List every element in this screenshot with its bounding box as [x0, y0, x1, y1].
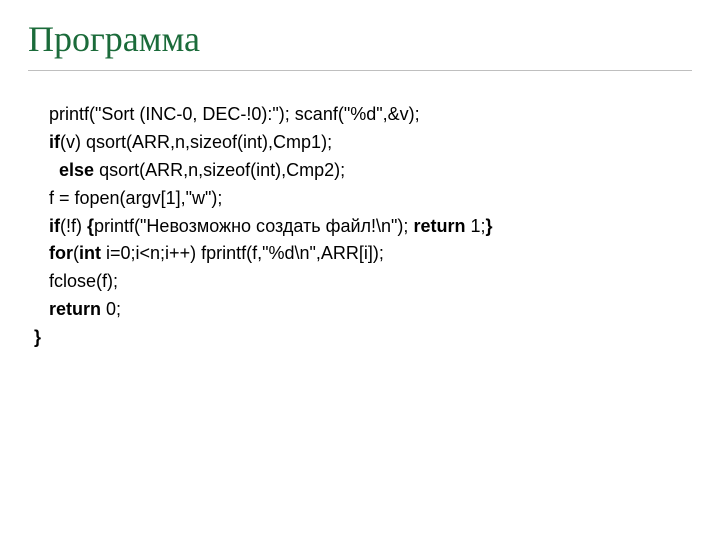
code-block: printf("Sort (INC-0, DEC-!0):"); scanf("… — [28, 101, 692, 352]
code-line-8-b: 0; — [101, 299, 121, 319]
title-underline — [28, 70, 692, 71]
code-line-4: f = fopen(argv[1],"w"); — [34, 188, 222, 208]
brace-open: { — [87, 216, 94, 236]
keyword-if: if — [49, 132, 60, 152]
code-line-8-indent — [34, 299, 49, 319]
code-line-6-indent — [34, 243, 49, 263]
keyword-for: for — [49, 243, 73, 263]
code-line-2-indent — [34, 132, 49, 152]
code-line-1: printf("Sort (INC-0, DEC-!0):"); scanf("… — [34, 104, 420, 124]
code-line-3-indent — [34, 160, 59, 180]
keyword-int: int — [79, 243, 101, 263]
code-line-5-indent — [34, 216, 49, 236]
keyword-if-2: if — [49, 216, 60, 236]
slide: Программа printf("Sort (INC-0, DEC-!0):"… — [0, 0, 720, 540]
code-line-9: } — [34, 327, 41, 347]
keyword-else: else — [59, 160, 94, 180]
brace-close: } — [485, 216, 492, 236]
code-line-5-d: 1; — [465, 216, 485, 236]
keyword-return-2: return — [49, 299, 101, 319]
code-line-6-c: i=0;i<n;i++) fprintf(f,"%d\n",ARR[i]); — [101, 243, 384, 263]
code-line-7: fclose(f); — [34, 271, 118, 291]
keyword-return: return — [413, 216, 465, 236]
slide-title: Программа — [28, 18, 692, 64]
code-line-2-rest: (v) qsort(ARR,n,sizeof(int),Cmp1); — [60, 132, 332, 152]
code-line-5-b: (!f) — [60, 216, 87, 236]
code-line-3-rest: qsort(ARR,n,sizeof(int),Cmp2); — [94, 160, 345, 180]
code-line-5-c: printf("Невозможно создать файл!\n"); — [94, 216, 413, 236]
